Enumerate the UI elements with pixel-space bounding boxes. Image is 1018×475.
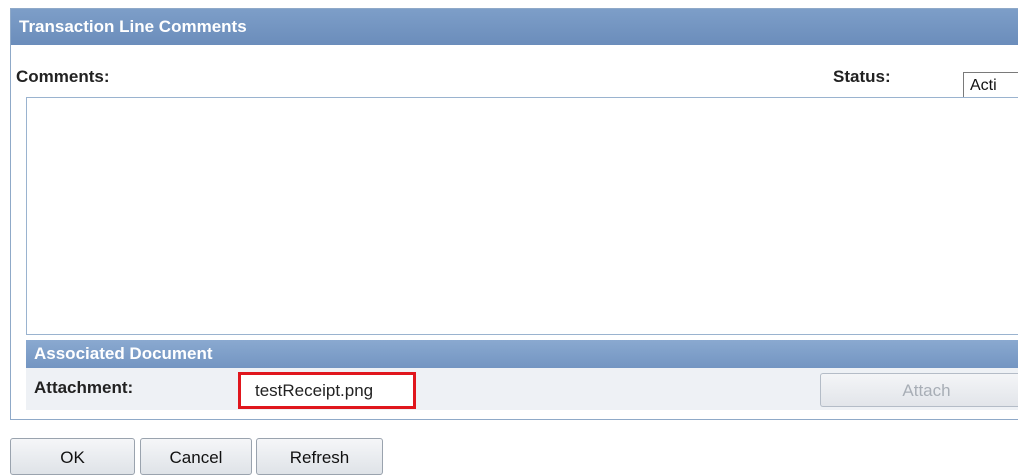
refresh-button[interactable]: Refresh [256, 438, 383, 475]
attachment-filename: testReceipt.png [238, 372, 416, 409]
ok-button[interactable]: OK [10, 438, 135, 475]
comments-textarea[interactable] [26, 97, 1018, 335]
comments-label: Comments: [16, 67, 110, 86]
status-select[interactable]: Acti [963, 72, 1018, 100]
associated-document-header: Associated Document [26, 340, 1018, 368]
attach-button[interactable]: Attach [820, 373, 1018, 407]
attachment-label: Attachment: [34, 378, 134, 397]
status-label: Status: [833, 67, 891, 86]
cancel-button[interactable]: Cancel [140, 438, 252, 475]
panel-title: Transaction Line Comments [11, 9, 1018, 45]
